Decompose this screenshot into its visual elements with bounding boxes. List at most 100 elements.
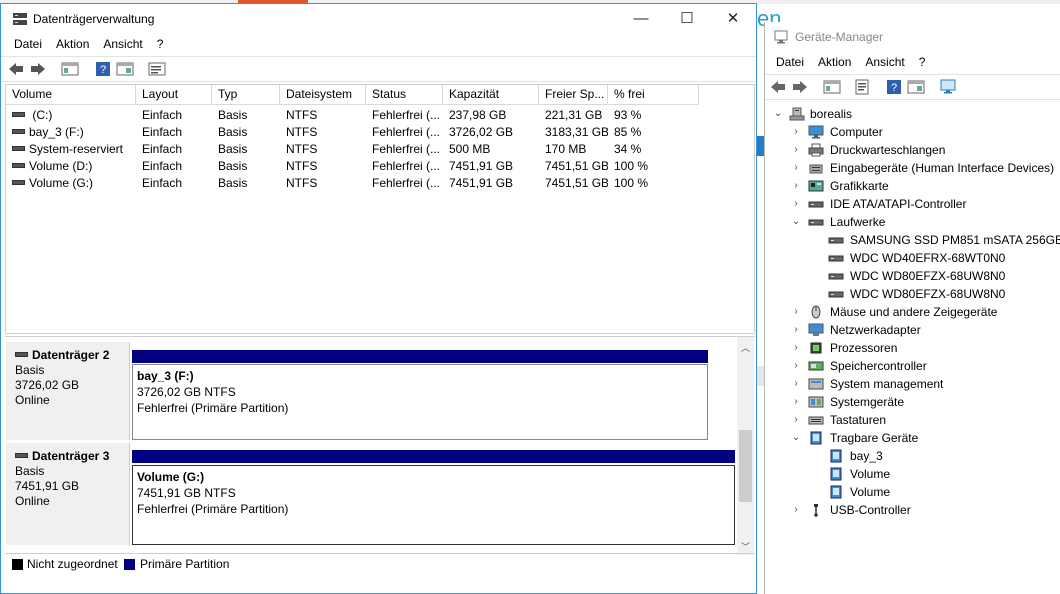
tree-node[interactable]: WDC WD80EFZX-68UW8N0 [765,267,1055,285]
partition-box[interactable]: bay_3 (F:) 3726,02 GB NTFS Fehlerfrei (P… [132,364,708,440]
maximize-button[interactable]: ☐ [664,4,710,34]
forward-arrow-icon[interactable] [791,79,809,95]
menu-ansicht[interactable]: Ansicht [858,52,911,72]
tree-node[interactable]: › USB-Controller [765,501,1055,519]
column-header-typ[interactable]: Typ [212,85,280,105]
collapse-icon[interactable]: ⌄ [791,213,801,231]
tree-node[interactable]: › Mäuse und andere Zeigegeräte [765,303,1055,321]
tree-node-label: USB-Controller [830,503,911,517]
network-icon [808,323,824,336]
tree-root[interactable]: ⌄ borealis [765,105,1055,123]
tree-node[interactable]: Volume [765,465,1055,483]
back-arrow-icon[interactable] [7,61,25,77]
tree-node-label: WDC WD80EFZX-68UW8N0 [850,269,1006,283]
scroll-down-icon[interactable]: ﹀ [741,540,750,553]
menu-datei[interactable]: Datei [7,34,49,54]
expand-icon[interactable]: › [791,501,801,519]
menu-aktion[interactable]: Aktion [49,34,96,54]
expand-icon[interactable]: › [791,195,801,213]
expand-icon[interactable]: › [791,393,801,411]
pct-cell: 100 % [614,159,649,173]
properties-icon[interactable] [148,61,166,77]
legend-label-unallocated: Nicht zugeordnet [27,557,118,571]
action-pane-icon[interactable] [907,79,925,95]
expand-icon[interactable]: › [791,159,801,177]
volume-name: System-reserviert [29,142,124,156]
minimize-button[interactable]: — [618,4,664,34]
tree-node[interactable]: › Netzwerkadapter [765,321,1055,339]
disk-graphical-view: Datenträger 2 Basis 3726,02 GB Online ba… [5,336,755,555]
column-header-volume[interactable]: Volume [6,85,136,105]
tree-node[interactable]: WDC WD40EFRX-68WT0N0 [765,249,1055,267]
disk-info-panel[interactable]: Datenträger 2 Basis 3726,02 GB Online [6,342,130,440]
column-header-status[interactable]: Status [366,85,443,105]
expand-icon[interactable]: › [791,339,801,357]
tree-node[interactable]: › Speichercontroller [765,357,1055,375]
tree-node-label: Prozessoren [830,341,898,355]
tree-node-label: Tragbare Geräte [830,431,919,445]
collapse-icon[interactable]: ⌄ [791,429,801,447]
tree-node[interactable]: › Druckwarteschlangen [765,141,1055,159]
volume-row[interactable]: Volume (D:) Einfach Basis NTFS Fehlerfrei (.… [6,158,751,175]
tree-node[interactable]: › System management [765,375,1055,393]
expand-icon[interactable]: › [791,303,801,321]
back-arrow-icon[interactable] [769,79,787,95]
console-tree-icon[interactable] [823,79,841,95]
column-header-kapazitaet[interactable]: Kapazität [443,85,539,105]
tree-node[interactable]: › Systemgeräte [765,393,1055,411]
disk-type: Basis [15,363,45,377]
volume-row[interactable]: (C:) Einfach Basis NTFS Fehlerfrei (... 237,9… [6,107,751,124]
tree-node[interactable]: WDC WD80EFZX-68UW8N0 [765,285,1055,303]
help-icon[interactable]: ? [885,79,903,95]
expand-icon[interactable]: › [791,411,801,429]
menu-help[interactable]: ? [150,34,171,54]
column-header-dateisystem[interactable]: Dateisystem [280,85,366,105]
tree-node[interactable]: › IDE ATA/ATAPI-Controller [765,195,1055,213]
partition-size: 7451,91 GB NTFS [137,486,236,500]
column-header-freier-speicher[interactable]: Freier Sp... [539,85,608,105]
tree-node[interactable]: ⌄ Laufwerke [765,213,1055,231]
close-button[interactable]: ✕ [710,4,756,34]
menu-ansicht[interactable]: Ansicht [96,34,149,54]
column-header-layout[interactable]: Layout [136,85,212,105]
expand-icon[interactable]: › [791,321,801,339]
console-tree-icon[interactable] [61,61,79,77]
tree-node[interactable]: › Grafikkarte [765,177,1055,195]
scroll-up-icon[interactable]: ︿ [741,341,750,354]
tree-node[interactable]: › Prozessoren [765,339,1055,357]
disk-info-panel[interactable]: Datenträger 3 Basis 7451,91 GB Online [6,443,130,545]
menu-aktion[interactable]: Aktion [811,52,858,72]
expand-icon[interactable]: › [791,177,801,195]
tree-node[interactable]: ⌄ Tragbare Geräte [765,429,1055,447]
volume-row[interactable]: bay_3 (F:) Einfach Basis NTFS Fehlerfrei (..… [6,124,751,141]
menu-datei[interactable]: Datei [769,52,811,72]
partition-status: Fehlerfrei (Primäre Partition) [137,502,289,516]
action-pane-icon[interactable] [116,61,134,77]
collapse-icon[interactable]: ⌄ [773,105,783,123]
help-icon[interactable]: ? [94,61,112,77]
properties-icon[interactable] [853,79,871,95]
expand-icon[interactable]: › [791,357,801,375]
scrollbar-thumb[interactable] [739,430,752,502]
partition-box[interactable]: Volume (G:) 7451,91 GB NTFS Fehlerfrei (… [132,465,735,545]
tree-node[interactable]: bay_3 [765,447,1055,465]
vertical-scrollbar[interactable]: ︿ ﹀ [737,337,754,555]
capacity-cell: 3726,02 GB [449,125,514,139]
volume-row[interactable]: Volume (G:) Einfach Basis NTFS Fehlerfrei (.… [6,175,751,192]
expand-icon[interactable]: › [791,123,801,141]
tree-node[interactable]: › Eingabegeräte (Human Interface Devices) [765,159,1055,177]
expand-icon[interactable]: › [791,375,801,393]
column-header-prozent-frei[interactable]: % frei [608,85,699,105]
tree-node[interactable]: Volume [765,483,1055,501]
disk-name: Datenträger 3 [15,449,129,464]
tree-node[interactable]: › Tastaturen [765,411,1055,429]
scan-hardware-icon[interactable] [939,79,957,95]
forward-arrow-icon[interactable] [29,61,47,77]
volume-row[interactable]: System-reserviert Einfach Basis NTFS Fehlerf… [6,141,751,158]
legend-swatch-unallocated [12,559,23,570]
menu-help[interactable]: ? [912,52,933,72]
tree-node[interactable]: SAMSUNG SSD PM851 mSATA 256GB [765,231,1060,249]
background-window-sliver [757,366,764,386]
expand-icon[interactable]: › [791,141,801,159]
tree-node[interactable]: › Computer [765,123,1055,141]
